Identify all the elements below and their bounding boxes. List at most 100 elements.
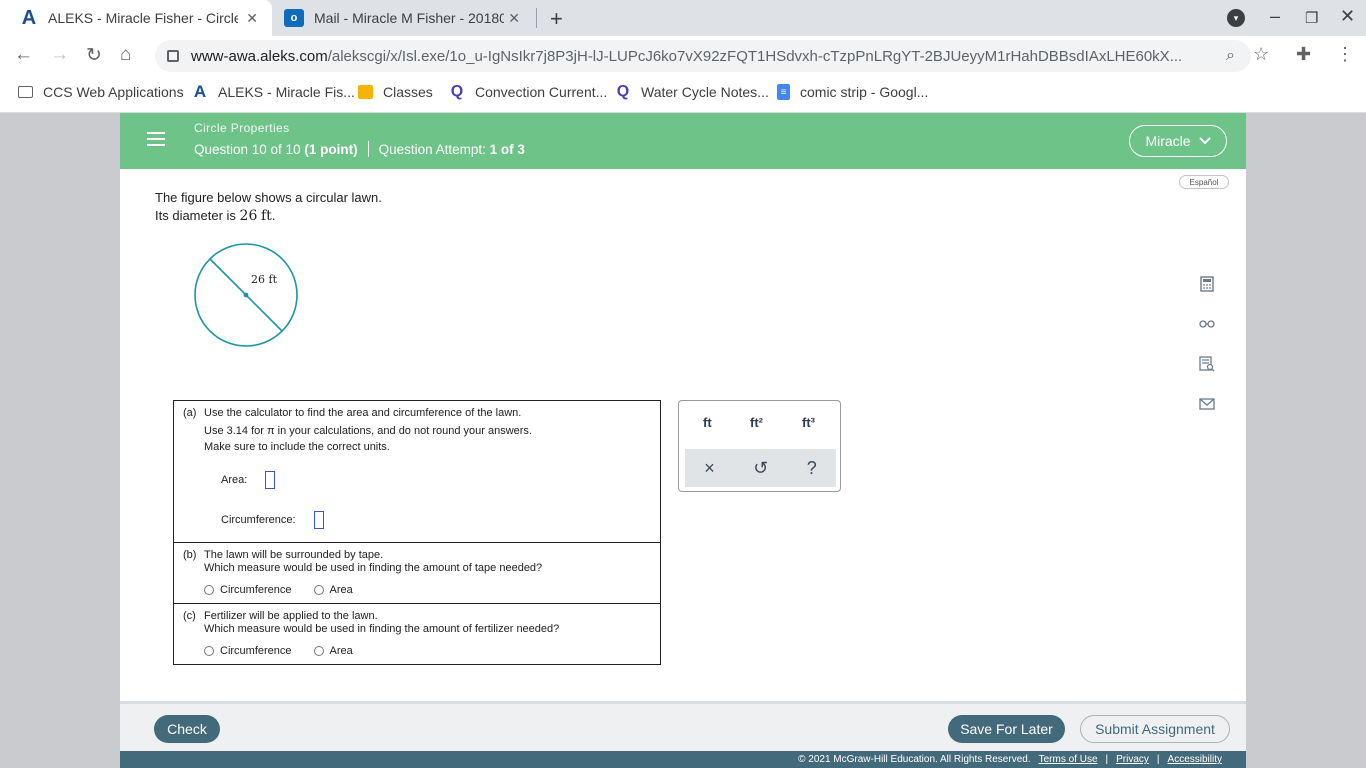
close-icon[interactable]: ✕ <box>508 10 520 27</box>
notes-search-icon[interactable] <box>1196 353 1218 375</box>
bookmark-star-icon[interactable]: ☆ <box>1253 44 1269 65</box>
user-menu-button[interactable]: Miracle <box>1129 125 1227 157</box>
bookmark-label: Convection Current... <box>475 84 608 100</box>
part-a-line: Make sure to include the correct units. <box>204 441 390 453</box>
attempt-label: Question Attempt: <box>378 141 486 157</box>
clear-x-icon[interactable]: × <box>704 458 715 479</box>
bookmark-label: Water Cycle Notes... <box>641 84 769 100</box>
home-icon[interactable]: ⌂ <box>120 44 131 66</box>
unit-ft-button[interactable]: ft <box>703 415 712 430</box>
part-a-line: Use 3.14 for π in your calculations, and… <box>204 425 532 437</box>
restore-icon[interactable]: ❐ <box>1305 9 1318 27</box>
bookmark-convection-current[interactable]: Q Convection Current... <box>449 83 608 100</box>
area-row: Area: <box>221 471 276 489</box>
quizizz-icon: Q <box>450 83 464 100</box>
browser-tab-aleks[interactable]: A ALEKS - Miracle Fisher - Circle Proper… <box>0 0 272 36</box>
menu-kebab-icon[interactable]: ⋮ <box>1336 44 1354 65</box>
part-c-options: Circumference Area <box>204 645 375 657</box>
bookmark-label: CCS Web Applications <box>43 84 184 100</box>
topic-title: Circle Properties <box>194 121 290 135</box>
diameter-label: 26 ft <box>251 273 278 286</box>
option-label: Area <box>329 584 353 596</box>
tab-divider <box>536 8 537 28</box>
mail-icon[interactable] <box>1196 393 1218 415</box>
bookmark-ccs-web-applications[interactable]: CCS Web Applications <box>18 84 184 100</box>
address-bar[interactable]: www-awa.aleks.com/alekscgi/x/Isl.exe/1o_… <box>155 40 1251 72</box>
bookmark-label: comic strip - Googl... <box>800 84 929 100</box>
minimize-icon[interactable]: – <box>1270 6 1280 27</box>
unit-ft2-button[interactable]: ft² <box>750 415 763 430</box>
part-c-area-option[interactable]: Area <box>313 645 353 657</box>
bookmark-classes[interactable]: Classes <box>358 84 433 100</box>
glasses-icon[interactable] <box>1196 313 1218 335</box>
part-b-label: (b) <box>183 549 197 561</box>
forward-arrow-icon[interactable]: → <box>50 44 69 66</box>
option-label: Circumference <box>220 584 292 596</box>
bookmark-label: ALEKS - Miracle Fis... <box>218 84 355 100</box>
part-c-line: Which measure would be used in finding t… <box>204 623 560 635</box>
problem-line-2: Its diameter is 26 ft. <box>155 207 382 225</box>
area-input[interactable] <box>265 471 276 489</box>
bookmark-water-cycle-notes[interactable]: Q Water Cycle Notes... <box>615 83 769 100</box>
question-points: (1 point) <box>304 141 358 157</box>
new-tab-plus-icon[interactable]: + <box>550 6 563 32</box>
radio-button[interactable] <box>313 646 324 656</box>
part-b: (b) The lawn will be surrounded by tape.… <box>174 543 660 604</box>
part-c-circumference-option[interactable]: Circumference <box>204 645 292 657</box>
tab-search-icon[interactable]: ▾ <box>1227 9 1245 27</box>
unit-ft3-button[interactable]: ft³ <box>802 415 815 430</box>
part-b-circumference-option[interactable]: Circumference <box>204 584 292 596</box>
aleks-icon: A <box>21 6 37 29</box>
problem-line-1: The figure below shows a circular lawn. <box>155 190 382 205</box>
docs-icon: ≡ <box>777 84 790 100</box>
part-b-area-option[interactable]: Area <box>313 584 353 596</box>
hamburger-menu-icon[interactable] <box>147 132 165 146</box>
action-footer: Check Save For Later Submit Assignment <box>120 701 1246 751</box>
browser-tab-mail[interactable]: o Mail - Miracle M Fisher - 20180376 ✕ <box>272 0 534 36</box>
bookmark-comic-strip[interactable]: ≡ comic strip - Googl... <box>777 84 928 100</box>
part-b-options: Circumference Area <box>204 584 375 596</box>
part-c-line: Fertilizer will be applied to the lawn. <box>204 610 378 622</box>
help-question-icon[interactable]: ? <box>807 458 817 479</box>
back-arrow-icon[interactable]: ← <box>14 44 33 66</box>
part-c-instructions: Fertilizer will be applied to the lawn. … <box>204 610 559 636</box>
reload-icon[interactable]: ↻ <box>86 44 102 67</box>
window-close-icon[interactable]: ✕ <box>1340 6 1355 27</box>
submit-assignment-button[interactable]: Submit Assignment <box>1080 715 1230 743</box>
site-info-icon[interactable] <box>167 50 179 62</box>
radio-button[interactable] <box>313 585 324 595</box>
save-for-later-button[interactable]: Save For Later <box>948 715 1065 743</box>
terms-of-use-link[interactable]: Terms of Use <box>1039 754 1098 765</box>
circular-lawn-figure: 26 ft <box>194 243 298 347</box>
part-a-label: (a) <box>183 407 197 419</box>
accessibility-link[interactable]: Accessibility <box>1168 754 1222 765</box>
option-label: Area <box>329 645 353 657</box>
radio-button[interactable] <box>204 585 214 595</box>
part-c: (c) Fertilizer will be applied to the la… <box>174 604 660 664</box>
calculator-icon[interactable] <box>1196 273 1218 295</box>
zoom-icon[interactable]: ⌕ <box>1226 47 1235 65</box>
extensions-puzzle-icon[interactable]: ✚ <box>1296 44 1311 65</box>
espanol-button[interactable]: Español <box>1179 175 1229 189</box>
close-icon[interactable]: ✕ <box>246 10 258 27</box>
undo-icon[interactable]: ↺ <box>753 458 768 479</box>
copyright-bar: © 2021 McGraw-Hill Education. All Rights… <box>120 751 1246 768</box>
diameter-value: 26 <box>239 208 258 224</box>
bookmark-aleks[interactable]: A ALEKS - Miracle Fis... <box>192 82 355 101</box>
radio-button[interactable] <box>204 646 214 656</box>
attempt-value: 1 of 3 <box>489 141 525 157</box>
classroom-icon <box>358 85 373 99</box>
url-host: www-awa.aleks.com <box>191 47 328 65</box>
user-name: Miracle <box>1145 133 1191 149</box>
browser-toolbar: ← → ↻ ⌂ www-awa.aleks.com/alekscgi/x/Isl… <box>0 36 1366 76</box>
privacy-link[interactable]: Privacy <box>1116 754 1149 765</box>
circumference-input[interactable] <box>313 511 324 529</box>
part-b-line: The lawn will be surrounded by tape. <box>204 549 384 561</box>
question-info: Question 10 of 10 (1 point) Question Att… <box>194 141 525 157</box>
footer-separator: | <box>1156 754 1160 765</box>
url-text: www-awa.aleks.com/alekscgi/x/Isl.exe/1o_… <box>191 48 1191 65</box>
bookmark-label: Classes <box>383 84 433 100</box>
check-button[interactable]: Check <box>154 715 220 743</box>
url-path: /alekscgi/x/Isl.exe/1o_u-IgNsIkr7j8P3jH-… <box>327 47 1183 65</box>
question-box: (a) Use the calculator to find the area … <box>173 400 661 665</box>
